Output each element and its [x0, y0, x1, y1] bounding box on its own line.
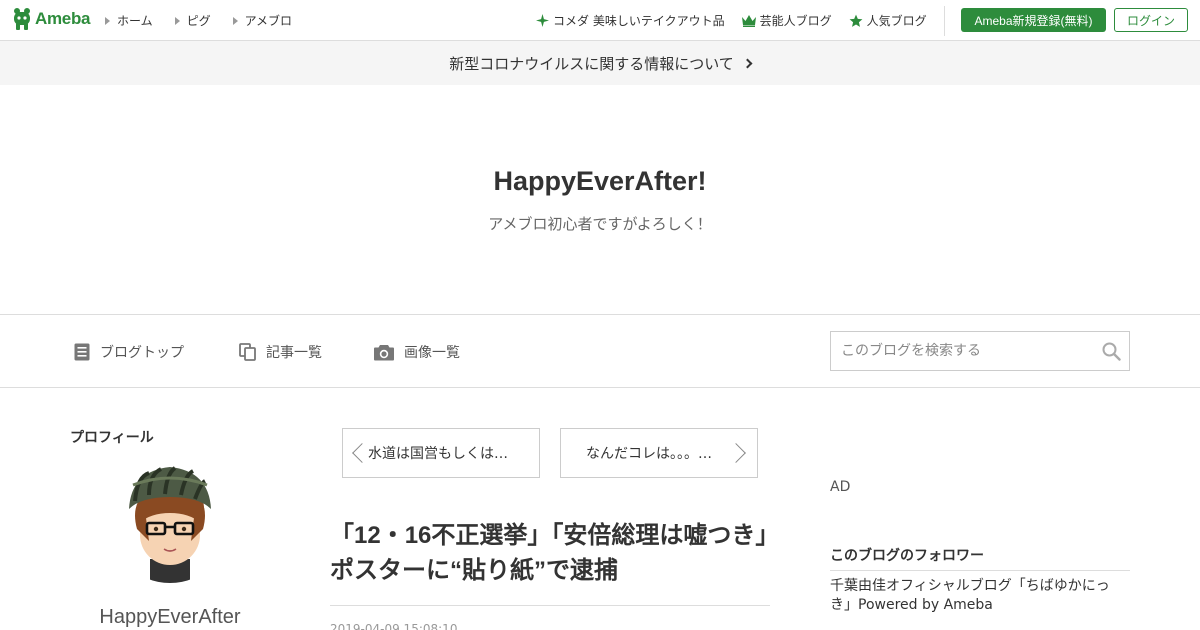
- copy-icon: [239, 343, 256, 361]
- profile-name[interactable]: HappyEverAfter: [70, 606, 270, 629]
- followers-divider: [830, 570, 1130, 571]
- nav-article-list[interactable]: 記事一覧: [239, 342, 322, 362]
- triangle-icon: [105, 16, 110, 25]
- blog-description: アメブロ初心者ですがよろしく！: [488, 215, 712, 233]
- global-header: Ameba ホーム ピグ アメブロ コメダ 美味しいテイクアウト品 芸能人ブログ…: [0, 0, 1200, 41]
- chevron-right-icon: [742, 58, 753, 68]
- logo-text: Ameba: [35, 9, 91, 28]
- nav-image-list[interactable]: 画像一覧: [374, 342, 460, 362]
- search-icon[interactable]: [1102, 342, 1121, 361]
- blog-nav: ブログトップ 記事一覧 画像一覧: [0, 314, 1200, 388]
- article-date: 2019-04-09 15:08:10: [330, 622, 458, 630]
- document-icon: [74, 343, 90, 361]
- login-button[interactable]: ログイン: [1114, 8, 1188, 32]
- profile-heading: プロフィール: [70, 430, 154, 446]
- header-links: コメダ 美味しいテイクアウト品 芸能人ブログ 人気ブログ: [536, 12, 944, 29]
- chevron-right-icon: [726, 443, 746, 463]
- blog-title[interactable]: HappyEverAfter!: [0, 166, 1200, 197]
- ameba-mascot-icon: [14, 8, 30, 30]
- next-article-label: なんだコレは。。。…: [586, 446, 712, 462]
- triangle-icon: [232, 16, 238, 25]
- follower-link[interactable]: 千葉由佳オフィシャルブログ「ちばゆかにっき」Powered by Ameba: [830, 577, 1120, 615]
- nav-ameblo[interactable]: アメブロ: [232, 12, 292, 29]
- register-button[interactable]: Ameba新規登録(無料): [961, 8, 1106, 32]
- blog-search: [830, 331, 1130, 371]
- ad-label: AD: [830, 479, 851, 495]
- nav-home[interactable]: ホーム: [105, 12, 153, 29]
- ameba-logo[interactable]: Ameba: [12, 7, 90, 31]
- nav-pigg[interactable]: ピグ: [174, 12, 211, 29]
- prev-article-button[interactable]: 水道は国営もしくは…: [342, 428, 540, 478]
- next-article-button[interactable]: なんだコレは。。。…: [560, 428, 758, 478]
- link-komeda[interactable]: コメダ 美味しいテイクアウト品: [536, 12, 725, 29]
- notice-text: 新型コロナウイルスに関する情報について: [449, 54, 734, 73]
- camera-icon: [374, 344, 394, 360]
- header-divider: [944, 6, 945, 36]
- link-celebrity-blogs[interactable]: 芸能人ブログ: [741, 12, 832, 29]
- prev-article-label: 水道は国営もしくは…: [368, 446, 508, 462]
- avatar-image: [109, 461, 231, 583]
- global-nav: ホーム ピグ アメブロ: [105, 12, 314, 29]
- nav-blog-top[interactable]: ブログトップ: [74, 342, 184, 362]
- triangle-icon: [174, 16, 180, 25]
- link-popular-blogs[interactable]: 人気ブログ: [849, 12, 927, 29]
- followers-heading: このブログのフォロワー: [830, 548, 984, 564]
- article-divider: [330, 605, 770, 606]
- sparkle-icon: [536, 14, 549, 27]
- avatar[interactable]: [109, 461, 231, 583]
- covid-notice-link[interactable]: 新型コロナウイルスに関する情報について: [0, 41, 1200, 85]
- search-input[interactable]: [831, 332, 1091, 370]
- star-icon: [849, 14, 863, 27]
- article-title[interactable]: 「12・16不正選挙」「安倍総理は嘘つき」ポスターに“貼り紙”で逮捕: [330, 518, 770, 588]
- crown-icon: [741, 14, 756, 27]
